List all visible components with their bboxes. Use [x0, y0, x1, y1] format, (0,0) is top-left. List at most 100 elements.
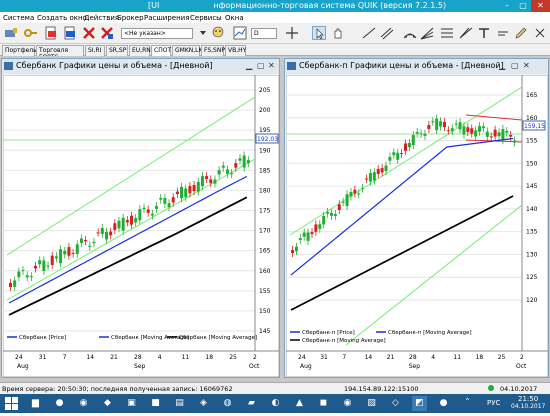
chart-window-right[interactable]: Сбербанк-п Графики цены и объема - [Днев…	[284, 58, 549, 378]
candle-body	[159, 197, 163, 200]
candle-body	[439, 121, 443, 127]
app-icon[interactable]: ▲	[292, 396, 307, 411]
y-tick-label: 130	[526, 251, 538, 258]
price-chart-left[interactable]: 205 200 195 190 185 180 175 170 165 160 155 150 145 2…	[3, 75, 279, 377]
chart-window-left[interactable]: Сбербанк Графики цены и объема - [Дневно…	[1, 58, 280, 378]
menu-actions[interactable]: Действия	[84, 14, 119, 22]
chart-icon[interactable]	[233, 26, 247, 40]
menu-create-window[interactable]: Создать окно	[37, 14, 87, 22]
app-icon[interactable]: ◐	[268, 396, 283, 411]
windows-start-icon[interactable]	[4, 396, 19, 411]
window-close-icon[interactable]: ✕	[268, 61, 275, 70]
key-icon[interactable]	[24, 26, 38, 40]
app-icon[interactable]: ◍	[220, 396, 235, 411]
maximize-button[interactable]: ▢	[515, 0, 531, 12]
chart-window-icon	[287, 62, 296, 70]
price-chart-right[interactable]: 16516015515014514013513012512024 31 7 14 21 2…	[286, 75, 548, 377]
app-icon[interactable]: ◆	[100, 396, 115, 411]
hand-icon[interactable]	[331, 26, 345, 40]
interval-select[interactable]: D	[251, 28, 277, 39]
app-icon[interactable]: ▰	[244, 396, 259, 411]
menu-system[interactable]: Система	[3, 14, 34, 22]
tab-fs-snp[interactable]: FS,SNP	[201, 45, 225, 56]
connect-icon[interactable]	[4, 26, 18, 40]
app-icon[interactable]: ▤	[172, 396, 187, 411]
tab-si-ri[interactable]: SI,RI	[85, 45, 105, 56]
user-icon[interactable]	[211, 26, 225, 40]
window-minimize-icon[interactable]: ▁	[499, 61, 505, 70]
quik-app-icon[interactable]: ◩	[412, 396, 427, 411]
tab-sr-sp[interactable]: SR,SP	[106, 45, 128, 56]
menu-windows[interactable]: Окна	[225, 14, 244, 22]
folder-icon[interactable]: ▆	[28, 396, 43, 411]
mdi-area: Сбербанк Графики цены и объема - [Дневно…	[0, 56, 550, 382]
line-tool-icon[interactable]	[362, 26, 376, 40]
candle-body	[167, 203, 171, 208]
close-button[interactable]: ✕	[531, 0, 550, 12]
language-indicator[interactable]: РУС	[487, 399, 500, 407]
fibo-arc-icon[interactable]	[403, 26, 417, 40]
window-minimize-icon[interactable]: ▁	[246, 61, 252, 70]
candle-body	[302, 232, 306, 237]
candle-body	[509, 134, 513, 137]
text-tool-icon[interactable]	[477, 26, 491, 40]
tab-eu-rn[interactable]: EU,RN	[129, 45, 151, 56]
app-icon[interactable]: ●	[436, 396, 451, 411]
candle-body	[150, 213, 154, 216]
crosshair-icon[interactable]	[285, 26, 299, 40]
y-tick-label: 125	[526, 274, 538, 281]
cancel-order-icon[interactable]	[82, 26, 96, 40]
candle-body	[435, 118, 439, 131]
menu-broker[interactable]: Брокер	[117, 14, 144, 22]
clock-time[interactable]: 21:50	[518, 395, 538, 403]
x-tick-label: 14	[365, 354, 373, 361]
app-icon[interactable]: ◈	[196, 396, 211, 411]
candle-body	[50, 255, 54, 265]
tab-vb-hy[interactable]: VB,HY	[225, 45, 246, 56]
candle-body	[59, 249, 63, 264]
window-maximize-icon[interactable]: ▢	[257, 61, 265, 70]
candle-body	[171, 197, 175, 203]
new-order-icon[interactable]	[44, 26, 58, 40]
menu-extensions[interactable]: Расширения	[144, 14, 189, 22]
app-icon[interactable]: ■	[148, 396, 163, 411]
fibo-lines-icon[interactable]	[459, 26, 473, 40]
app-icon[interactable]: ▣	[124, 396, 139, 411]
menu-services[interactable]: Сервисы	[190, 14, 222, 22]
tab-portfolio[interactable]: Портфель	[2, 45, 37, 56]
app-icon[interactable]: ◼	[316, 396, 331, 411]
dropdown-chevron-icon[interactable]	[196, 26, 210, 40]
y-tick-label: 195	[259, 127, 271, 134]
candle-body	[42, 260, 46, 271]
window-maximize-icon[interactable]: ▢	[511, 61, 519, 70]
tab-spot[interactable]: СПОТ	[151, 45, 171, 56]
chart-window-title-bar[interactable]: Сбербанк-п Графики цены и объема - [Днев…	[285, 59, 548, 74]
clock-date[interactable]: 04.10.2017	[511, 403, 545, 410]
x-tick-label: 2	[520, 354, 524, 361]
app-icon[interactable]: ◉	[76, 396, 91, 411]
candle-body	[314, 224, 318, 232]
app-icon[interactable]: ◇	[388, 396, 403, 411]
tab-forts[interactable]: Торговля FORTS	[36, 45, 84, 61]
window-close-icon[interactable]: ✕	[523, 61, 530, 70]
pointer-icon[interactable]	[312, 26, 326, 40]
tab-gmkn-lk[interactable]: GMKN,LK	[172, 45, 202, 56]
delete-tool-icon[interactable]	[533, 26, 547, 40]
app-icon[interactable]: ▧	[364, 396, 379, 411]
stop-order-icon[interactable]	[63, 26, 77, 40]
channel-tool-icon[interactable]	[380, 26, 394, 40]
tray-arrow-icon[interactable]: ˄	[460, 396, 475, 411]
cancel-all-icon[interactable]	[100, 26, 114, 40]
minimize-button[interactable]: –	[499, 0, 515, 12]
pencil-icon[interactable]	[514, 26, 528, 40]
app-icon[interactable]: ◉	[340, 396, 355, 411]
fibo-levels-icon[interactable]	[440, 26, 454, 40]
chrome-icon[interactable]: ●	[52, 396, 67, 411]
label-tool-icon[interactable]	[496, 26, 510, 40]
chart-window-title-bar[interactable]: Сбербанк Графики цены и объема - [Дневно…	[2, 59, 279, 74]
fibo-fan-icon[interactable]	[420, 26, 434, 40]
y-tick-label: 175	[259, 208, 271, 215]
candle-body	[431, 121, 435, 123]
y-tick-label: 150	[259, 308, 271, 315]
account-select[interactable]: <Не указан>	[121, 28, 193, 39]
